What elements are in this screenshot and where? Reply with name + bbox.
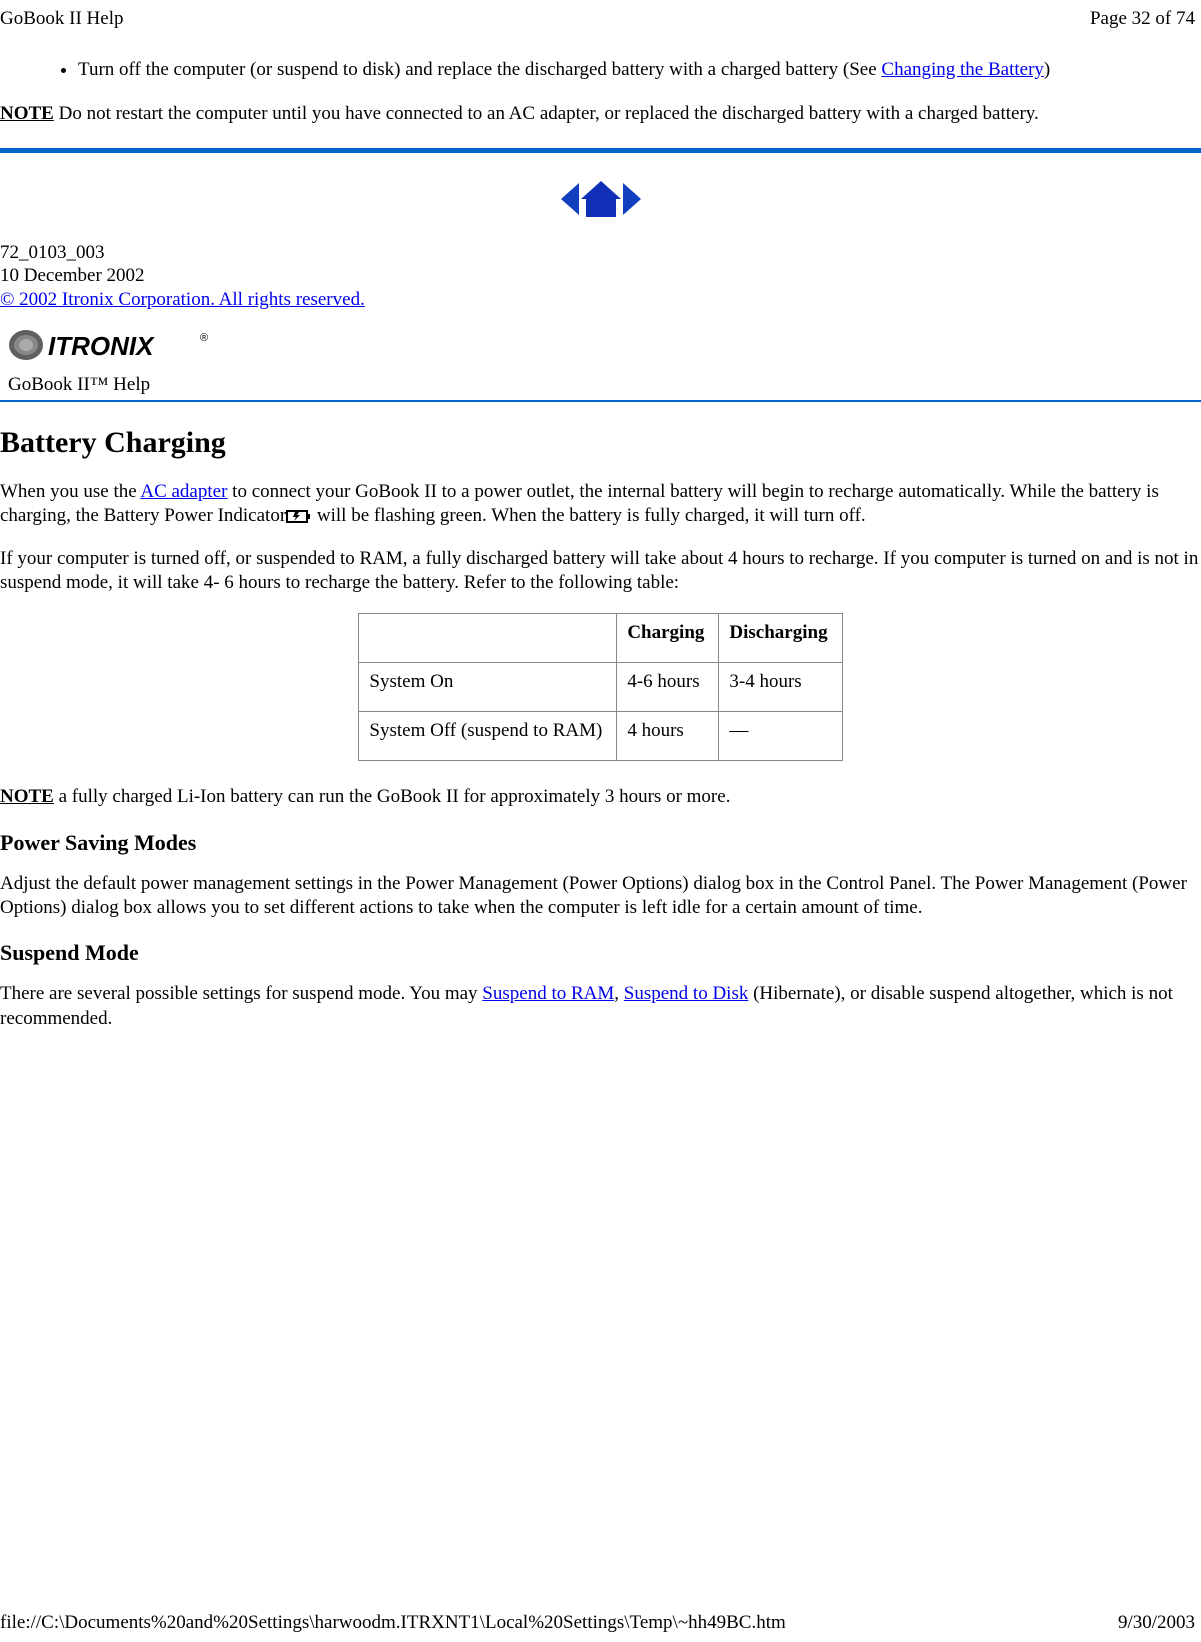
prev-arrow-icon[interactable] <box>561 183 579 215</box>
power-saving-para: Adjust the default power management sett… <box>0 872 1201 921</box>
svg-text:®: ® <box>200 332 208 344</box>
table-header-empty <box>359 614 617 663</box>
table-cell: 4 hours <box>617 712 719 761</box>
footer-date: 9/30/2003 <box>1118 1612 1195 1634</box>
suspend-to-ram-link[interactable]: Suspend to RAM <box>482 983 614 1004</box>
note2-text: a fully charged Li-Ion battery can run t… <box>54 786 731 807</box>
table-row: System On 4-6 hours 3-4 hours <box>359 663 842 712</box>
para1-before: When you use the <box>0 481 140 502</box>
doc-date: 10 December 2002 <box>0 264 1201 288</box>
suspend-mode-para: There are several possible settings for … <box>0 982 1201 1031</box>
note-label: NOTE <box>0 103 54 124</box>
power-saving-title: Power Saving Modes <box>0 830 1201 856</box>
nav-icons <box>0 175 1201 223</box>
section-title: Battery Charging <box>0 426 1201 460</box>
sub2-before: There are several possible settings for … <box>0 983 482 1004</box>
table-cell: 3-4 hours <box>719 663 842 712</box>
table-header-discharging: Discharging <box>719 614 842 663</box>
note2-label: NOTE <box>0 786 54 807</box>
table-row: System Off (suspend to RAM) 4 hours — <box>359 712 842 761</box>
footer-path: file://C:\Documents%20and%20Settings\har… <box>0 1612 786 1634</box>
doc-meta: 72_0103_003 10 December 2002 © 2002 Itro… <box>0 241 1201 312</box>
suspend-mode-title: Suspend Mode <box>0 940 1201 966</box>
doc-id: 72_0103_003 <box>0 241 1201 265</box>
note-paragraph: NOTE Do not restart the computer until y… <box>0 102 1201 126</box>
bullet-text-before: Turn off the computer (or suspend to dis… <box>78 59 881 80</box>
help-title: GoBook II™ Help <box>8 374 1201 396</box>
battery-indicator-icon <box>286 505 312 529</box>
svg-text:ITRONIX: ITRONIX <box>48 331 155 361</box>
table-cell: System Off (suspend to RAM) <box>359 712 617 761</box>
page-header: GoBook II Help Page 32 of 74 <box>0 0 1201 30</box>
itronix-logo: ITRONIX ® <box>8 324 1201 366</box>
para-recharge: If your computer is turned off, or suspe… <box>0 547 1201 596</box>
charging-table: Charging Discharging System On 4-6 hours… <box>358 613 842 761</box>
divider-thin <box>0 400 1201 402</box>
changing-battery-link[interactable]: Changing the Battery <box>881 59 1044 80</box>
list-item: Turn off the computer (or suspend to dis… <box>78 58 1201 82</box>
para1-after: will be flashing green. When the battery… <box>312 505 866 526</box>
table-cell: 4-6 hours <box>617 663 719 712</box>
header-left: GoBook II Help <box>0 8 123 30</box>
table-cell: — <box>719 712 842 761</box>
bullet-list: Turn off the computer (or suspend to dis… <box>48 58 1201 82</box>
para-ac-adapter: When you use the AC adapter to connect y… <box>0 480 1201 529</box>
suspend-to-disk-link[interactable]: Suspend to Disk <box>624 983 749 1004</box>
table-header-charging: Charging <box>617 614 719 663</box>
header-right: Page 32 of 74 <box>1090 8 1195 30</box>
table-header-row: Charging Discharging <box>359 614 842 663</box>
note-text: Do not restart the computer until you ha… <box>54 103 1039 124</box>
table-cell: System On <box>359 663 617 712</box>
note2-paragraph: NOTE a fully charged Li-Ion battery can … <box>0 785 1201 809</box>
ac-adapter-link[interactable]: AC adapter <box>140 481 227 502</box>
home-icon[interactable] <box>581 181 621 217</box>
bullet-text-after: ) <box>1044 59 1050 80</box>
page-footer: file://C:\Documents%20and%20Settings\har… <box>0 1612 1195 1634</box>
sub2-between: , <box>614 983 624 1004</box>
next-arrow-icon[interactable] <box>623 183 641 215</box>
copyright-link[interactable]: © 2002 Itronix Corporation. All rights r… <box>0 289 365 310</box>
divider-thick <box>0 148 1201 153</box>
